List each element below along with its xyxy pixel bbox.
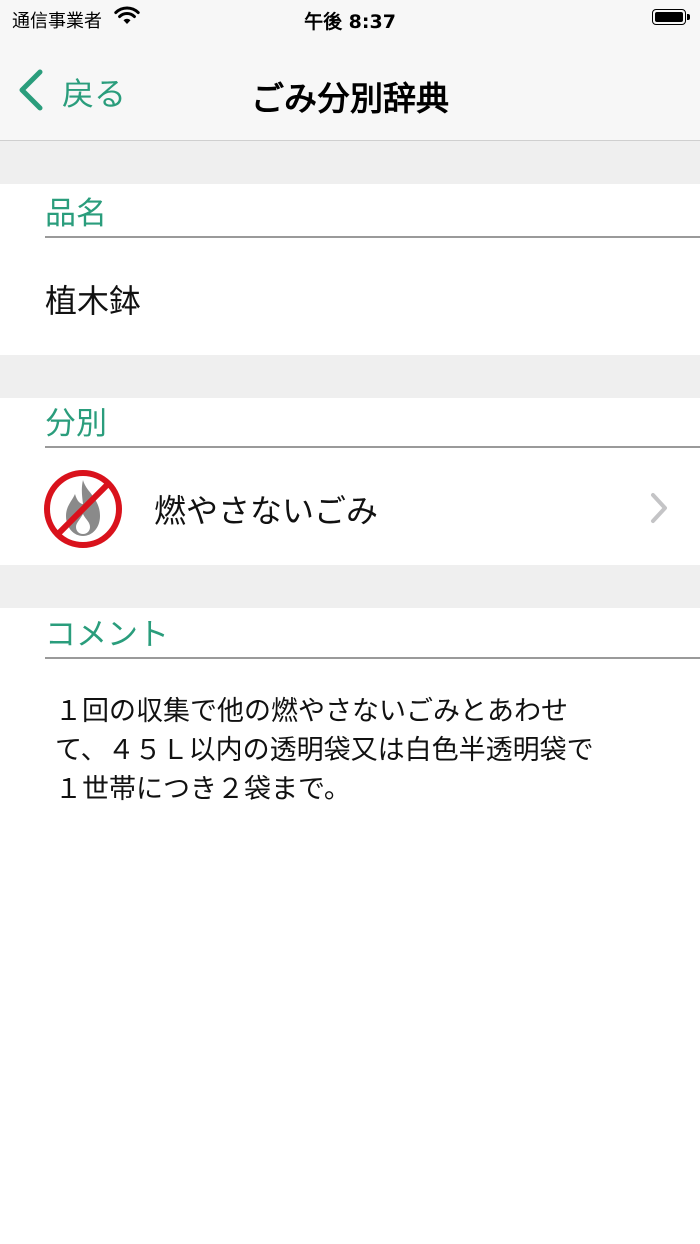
section-divider [0,141,700,184]
comment-text: １回の収集で他の燃やさないごみとあわせ て、４５Ｌ以内の透明袋又は白色半透明袋で… [55,696,594,805]
clock: 午後 8:37 [304,11,396,33]
category-row[interactable]: 燃やさないごみ [0,452,700,564]
category-label: 燃やさないごみ [154,492,379,530]
category-header: 分別 [45,402,700,448]
section-divider [0,565,700,608]
page-title: ごみ分別辞典 [251,79,449,118]
navigation-bar: 戻る ごみ分別辞典 [0,44,700,141]
battery-icon [652,9,692,27]
item-name-header: 品名 [45,192,700,238]
comment-header: コメント [45,613,700,659]
no-burn-icon [42,468,124,550]
status-bar: 通信事業者 午後 8:37 [0,0,700,44]
chevron-right-icon [650,492,668,528]
item-name-value: 植木鉢 [45,282,142,320]
section-divider [0,355,700,398]
